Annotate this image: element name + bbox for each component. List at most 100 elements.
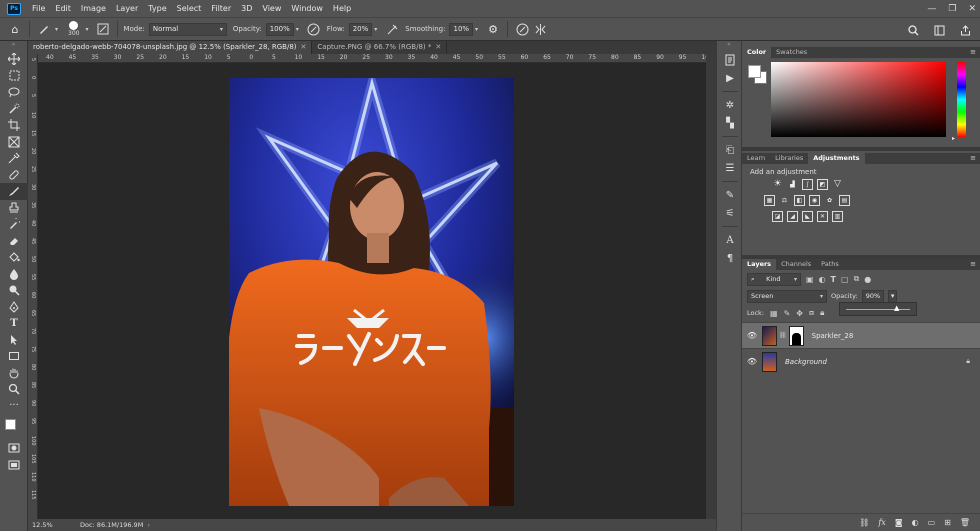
quick-select-tool-icon[interactable] [0, 101, 28, 118]
posterize-icon[interactable]: ◢ [787, 210, 798, 222]
selective-color-icon[interactable]: ✕ [817, 210, 828, 222]
pressure-size-icon[interactable] [513, 20, 531, 38]
lock-artboard-icon[interactable]: ⧈ [809, 308, 814, 318]
layer-opacity-input[interactable]: 90% [861, 289, 885, 303]
brush-tool-icon[interactable] [0, 183, 28, 200]
layer-name[interactable]: Sparkler_28 [812, 332, 854, 340]
paint-bucket-tool-icon[interactable] [0, 249, 28, 266]
blur-tool-icon[interactable] [0, 266, 28, 283]
search-icon[interactable] [904, 21, 922, 39]
opacity-caret-icon[interactable]: ▾ [296, 26, 299, 33]
levels-icon[interactable]: ▟ [787, 179, 798, 190]
history-brush-tool-icon[interactable] [0, 216, 28, 233]
smoothing-caret-icon[interactable]: ▾ [475, 26, 478, 33]
frame-tool-icon[interactable] [0, 134, 28, 151]
home-icon[interactable]: ⌂ [6, 20, 24, 38]
menu-file[interactable]: File [27, 0, 50, 17]
tab-libraries[interactable]: Libraries [770, 153, 808, 164]
blend-mode-select[interactable]: Screen ▾ [747, 289, 827, 303]
vibrance-icon[interactable]: ▽ [832, 179, 843, 190]
status-menu-icon[interactable]: › [147, 521, 150, 529]
opacity-input[interactable]: 100% [265, 22, 294, 36]
curves-icon[interactable]: ∫ [802, 178, 813, 190]
rectangle-tool-icon[interactable] [0, 348, 28, 365]
pressure-opacity-icon[interactable] [305, 20, 323, 38]
more-tools-icon[interactable]: ··· [0, 398, 28, 415]
color-balance-icon[interactable]: ⚖ [779, 195, 790, 206]
color-picker-field[interactable] [771, 62, 946, 137]
symmetry-icon[interactable] [531, 20, 549, 38]
filter-shape-icon[interactable]: ▢ [841, 275, 849, 284]
layer-name[interactable]: Background [785, 358, 827, 366]
airbrush-icon[interactable] [383, 20, 401, 38]
color-swatches[interactable] [0, 414, 27, 440]
new-layer-icon[interactable]: ⊞ [944, 518, 951, 527]
brush-settings-icon[interactable] [94, 20, 112, 38]
tab-paths[interactable]: Paths [816, 259, 844, 270]
hue-slider[interactable] [957, 62, 966, 137]
filter-toggle-icon[interactable]: ● [864, 275, 871, 284]
close-icon[interactable]: ✕ [301, 43, 307, 51]
brush-size-caret-icon[interactable]: ▾ [85, 26, 88, 33]
tool-presets-icon[interactable]: ✎ [717, 186, 743, 204]
brightness-contrast-icon[interactable]: ☀ [772, 179, 783, 190]
gradient-map-icon[interactable]: ▥ [832, 210, 843, 222]
zoom-tool-icon[interactable] [0, 381, 28, 398]
filter-pixel-icon[interactable]: ▣ [806, 275, 814, 284]
minimize-button[interactable]: — [927, 4, 936, 14]
lock-all-icon[interactable]: 🔒︎ [820, 308, 824, 318]
layer-row-background[interactable]: 👁︎ Background 🔒︎ [742, 348, 980, 374]
properties-panel-icon[interactable]: ⚟ [717, 204, 743, 222]
brush-settings-panel-icon[interactable]: ✲ [717, 96, 743, 114]
brush-preset-caret-icon[interactable]: ▾ [55, 26, 58, 33]
character-panel-icon[interactable]: A [717, 231, 743, 249]
lock-image-icon[interactable]: ✎ [784, 309, 791, 318]
add-mask-icon[interactable]: ◙ [895, 518, 903, 527]
character-styles-icon[interactable]: ☰ [717, 159, 743, 177]
tab-learn[interactable]: Learn [742, 153, 770, 164]
healing-tool-icon[interactable] [0, 167, 28, 184]
actions-panel-icon[interactable]: ▶ [717, 69, 743, 87]
dodge-tool-icon[interactable] [0, 282, 28, 299]
menu-image[interactable]: Image [76, 0, 111, 17]
share-icon[interactable] [956, 21, 974, 39]
close-button[interactable]: ✕ [968, 4, 976, 14]
invert-icon[interactable]: ◪ [772, 210, 783, 222]
tab-swatches[interactable]: Swatches [771, 47, 812, 58]
panel-menu-icon[interactable]: ≡ [970, 47, 976, 58]
eyedropper-tool-icon[interactable] [0, 150, 28, 167]
hue-saturation-icon[interactable]: ▦ [764, 194, 775, 206]
tab-capture[interactable]: Capture.PNG @ 66.7% (RGB/8) * ✕ [312, 41, 448, 54]
filter-smart-object-icon[interactable]: ⧉ [854, 274, 860, 284]
zoom-level[interactable]: 12.5% [32, 521, 80, 529]
hue-slider-handle-icon[interactable]: ▸ [952, 135, 955, 142]
flow-input[interactable]: 20% [348, 22, 373, 36]
collapse-arrows-icon[interactable]: « [717, 41, 741, 51]
document-image[interactable] [229, 78, 514, 506]
hand-tool-icon[interactable] [0, 365, 28, 382]
photo-filter-icon[interactable]: ◉ [809, 194, 820, 206]
color-lookup-icon[interactable]: ▤ [839, 194, 850, 206]
panel-menu-icon[interactable]: ≡ [970, 153, 976, 164]
mode-select[interactable]: Normal ▾ [148, 22, 227, 36]
history-panel-icon[interactable] [717, 51, 743, 69]
menu-view[interactable]: View [257, 0, 286, 17]
close-icon[interactable]: ✕ [435, 43, 441, 51]
paragraph-panel-icon[interactable]: ¶ [717, 249, 743, 267]
restore-button[interactable]: ❐ [948, 4, 956, 14]
workspace-icon[interactable] [930, 21, 948, 39]
new-group-icon[interactable]: ▭ [928, 518, 936, 527]
layer-filter-select[interactable]: ⌕ Kind ▾ [747, 272, 801, 286]
chain-link-icon[interactable]: ⛓︎ [779, 332, 787, 339]
menu-window[interactable]: Window [286, 0, 328, 17]
pen-tool-icon[interactable] [0, 299, 28, 316]
layer-mask-thumbnail[interactable] [788, 325, 804, 346]
tab-adjustments[interactable]: Adjustments [808, 153, 865, 164]
lock-transparent-icon[interactable]: ▦ [770, 309, 778, 318]
menu-3d[interactable]: 3D [236, 0, 257, 17]
adjustment-layer-icon[interactable]: ◐ [912, 518, 919, 527]
filter-type-icon[interactable]: T [831, 275, 836, 284]
crop-tool-icon[interactable] [0, 117, 28, 134]
black-white-icon[interactable]: ◧ [794, 194, 805, 206]
exposure-icon[interactable]: ◩ [817, 178, 828, 190]
